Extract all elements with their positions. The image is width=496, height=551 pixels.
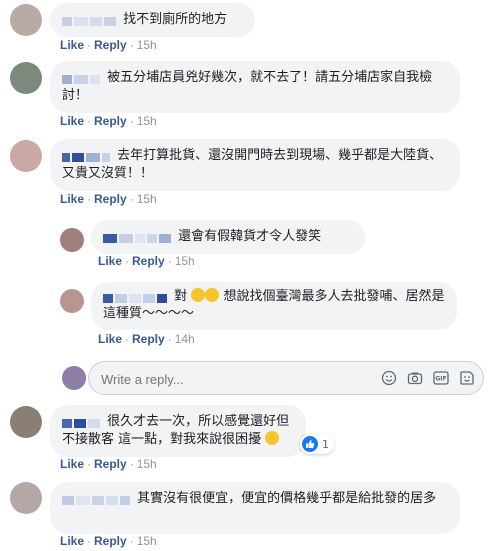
timestamp[interactable]: 14h	[175, 332, 195, 346]
commenter-name[interactable]	[62, 13, 118, 26]
comment-actions: Like · Reply · 15h	[60, 534, 157, 548]
comment-actions: Like · Reply · 15h	[60, 38, 157, 52]
avatar[interactable]	[10, 406, 42, 438]
comment-text: 其實沒有很便宜，便宜的價格幾乎都是給批發的居多	[137, 491, 437, 506]
thumbs-up-icon	[302, 436, 318, 452]
avatar[interactable]	[10, 482, 42, 514]
reaction-count: 1	[322, 437, 329, 451]
comment-actions: Like · Reply · 15h	[60, 457, 157, 471]
reply-input[interactable]	[99, 368, 353, 390]
reply-icons: GIF	[381, 370, 475, 386]
comment-bubble: 去年打算批貨、還沒開門時去到現場、幾乎都是大陸貨、又貴又沒質！！	[50, 139, 460, 191]
avatar[interactable]	[60, 289, 84, 313]
timestamp[interactable]: 15h	[175, 254, 195, 268]
timestamp[interactable]: 15h	[137, 114, 157, 128]
reply-link[interactable]: Reply	[94, 457, 127, 471]
sticker-icon[interactable]	[459, 370, 475, 386]
reply-link[interactable]: Reply	[94, 192, 127, 206]
like-link[interactable]: Like	[60, 534, 84, 548]
like-link[interactable]: Like	[98, 332, 122, 346]
comment-actions: Like · Reply · 15h	[60, 114, 157, 128]
commenter-name[interactable]	[62, 71, 102, 84]
reply-link[interactable]: Reply	[94, 534, 127, 548]
comment-bubble: 被五分埔店員兇好幾次，就不去了！請五分埔店家自我檢討！	[50, 61, 460, 113]
avatar[interactable]	[60, 228, 84, 252]
reply-link[interactable]: Reply	[94, 114, 127, 128]
avatar[interactable]	[10, 140, 42, 172]
reply-box[interactable]: GIF	[88, 361, 484, 395]
like-link[interactable]: Like	[60, 114, 84, 128]
laughing-emoji-icon	[205, 288, 220, 302]
timestamp[interactable]: 15h	[137, 457, 157, 471]
comment-text: 找不到廁所的地方	[123, 12, 228, 27]
comment-bubble: 找不到廁所的地方	[50, 3, 255, 37]
gif-icon[interactable]: GIF	[433, 370, 449, 386]
comment-text: 被五分埔店員兇好幾次，就不去了！請五分埔店家自我檢討！	[62, 70, 433, 103]
comment-bubble: 很久才去一次，所以感覺還好但 不接散客 這一點，對我來說很困擾	[50, 405, 306, 457]
comment-text: 還會有假韓貨才令人發笑	[178, 229, 322, 244]
comment-text: 去年打算批貨、還沒開門時去到現場、幾乎都是大陸貨、又貴又沒質！！	[62, 148, 443, 181]
reply-link[interactable]: Reply	[132, 254, 165, 268]
reply-link[interactable]: Reply	[132, 332, 165, 346]
comment-actions: Like · Reply · 15h	[98, 254, 195, 268]
avatar[interactable]	[10, 62, 42, 94]
reply-link[interactable]: Reply	[94, 38, 127, 52]
commenter-name[interactable]	[62, 492, 132, 505]
pensive-emoji-icon	[265, 431, 280, 445]
timestamp[interactable]: 15h	[137, 534, 157, 548]
comment-bubble: 對 想說找個臺灣最多人去批發哺、居然是這種質～～～～	[91, 282, 457, 330]
camera-icon[interactable]	[407, 370, 423, 386]
comment-text-before-emoji: 對	[174, 289, 188, 304]
current-user-avatar	[62, 366, 86, 390]
timestamp[interactable]: 15h	[137, 192, 157, 206]
comment-bubble: 還會有假韓貨才令人發笑	[91, 220, 365, 254]
commenter-name[interactable]	[103, 290, 169, 303]
commenter-name[interactable]	[62, 415, 102, 428]
avatar[interactable]	[10, 4, 42, 36]
reaction-badge[interactable]: 1	[300, 434, 334, 454]
svg-text:GIF: GIF	[435, 376, 446, 383]
comment-actions: Like · Reply · 14h	[98, 332, 195, 346]
comment-bubble: 其實沒有很便宜，便宜的價格幾乎都是給批發的居多	[50, 482, 460, 534]
like-link[interactable]: Like	[98, 254, 122, 268]
like-link[interactable]: Like	[60, 457, 84, 471]
commenter-name[interactable]	[103, 230, 173, 243]
timestamp[interactable]: 15h	[137, 38, 157, 52]
like-link[interactable]: Like	[60, 38, 84, 52]
emoji-icon[interactable]	[381, 370, 397, 386]
laughing-emoji-icon	[191, 288, 206, 302]
commenter-name[interactable]	[62, 149, 112, 162]
like-link[interactable]: Like	[60, 192, 84, 206]
comment-actions: Like · Reply · 15h	[60, 192, 157, 206]
